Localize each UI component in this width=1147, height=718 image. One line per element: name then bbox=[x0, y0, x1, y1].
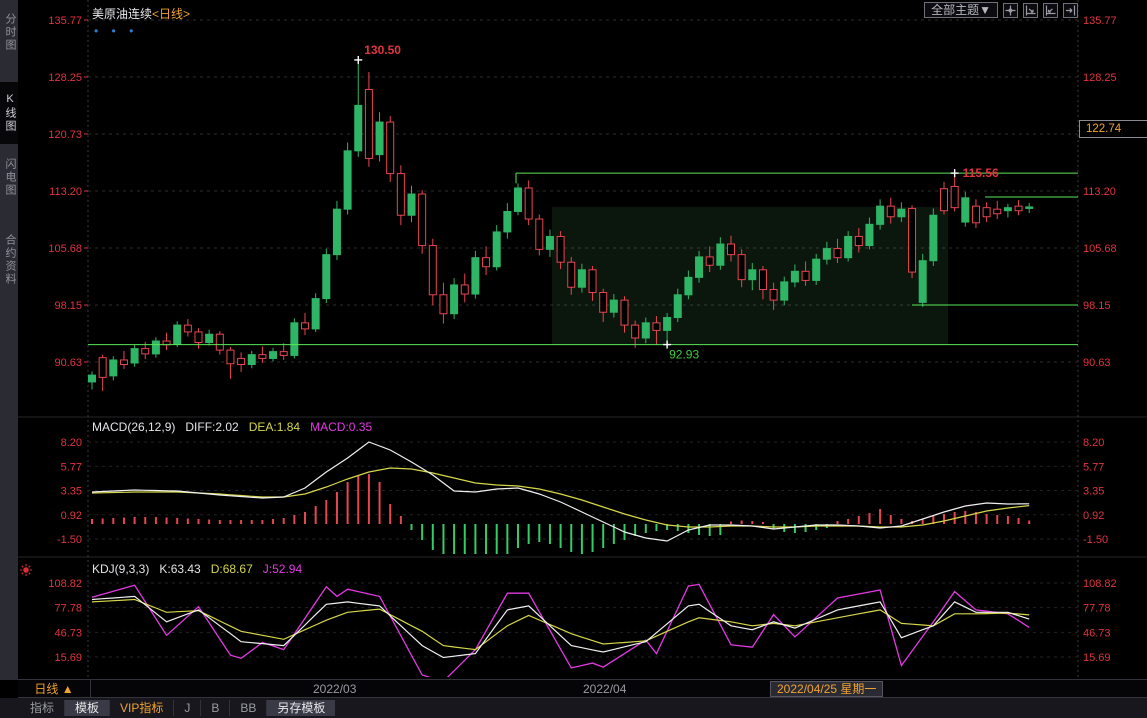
top-toolbar: 全部主题▼ bbox=[924, 2, 1078, 18]
axis-label: 130.50 bbox=[364, 43, 401, 57]
axis-label: -1.50 bbox=[1083, 534, 1108, 546]
chart-canvas[interactable]: 135.77135.77128.25128.25120.73120.73113.… bbox=[0, 0, 1147, 718]
axis-label: 77.78 bbox=[1083, 603, 1111, 615]
axis-label: 3.35 bbox=[1083, 486, 1104, 498]
date-tick-april: 2022/04 bbox=[583, 682, 626, 696]
more-dots[interactable]: • • • bbox=[94, 24, 138, 38]
chart-application: 135.77135.77128.25128.25120.73120.73113.… bbox=[0, 0, 1147, 718]
kdj-j-value: J:52.94 bbox=[263, 562, 302, 576]
axis-label: 8.20 bbox=[1083, 437, 1104, 449]
tab-j[interactable]: J bbox=[173, 700, 200, 716]
axis-label: 105.68 bbox=[48, 243, 82, 255]
axis-label: 113.20 bbox=[49, 186, 82, 198]
axis-label: 8.20 bbox=[61, 437, 82, 449]
axis-label: 113.20 bbox=[1083, 186, 1116, 198]
macd-header: MACD(26,12,9) DIFF:2.02 DEA:1.84 MACD:0.35 bbox=[92, 420, 382, 434]
axis-label: 98.15 bbox=[1083, 300, 1111, 312]
tab-templates[interactable]: 模板 bbox=[64, 700, 109, 716]
axis-label: 115.56 bbox=[963, 166, 999, 180]
d-line bbox=[92, 600, 1029, 650]
axis-label: 46.73 bbox=[1083, 627, 1111, 639]
tab-indicators[interactable]: 指标 bbox=[20, 700, 64, 716]
axis-label: 5.77 bbox=[1083, 461, 1104, 473]
page-right-icon[interactable] bbox=[1063, 3, 1078, 18]
macd-params: MACD(26,12,9) bbox=[92, 420, 175, 434]
axis-label: 92.93 bbox=[669, 348, 699, 362]
tab-vip-indicators[interactable]: VIP指标 bbox=[109, 700, 173, 716]
axis-label: 3.35 bbox=[61, 486, 82, 498]
macd-dea-value: DEA:1.84 bbox=[249, 420, 300, 434]
period-selector[interactable]: 日线 ▲ bbox=[18, 680, 91, 698]
axis-label: 128.25 bbox=[48, 72, 82, 84]
axis-label: 90.63 bbox=[1083, 357, 1111, 369]
theme-dropdown-button[interactable]: 全部主题▼ bbox=[924, 2, 998, 18]
crosshair-move-icon[interactable] bbox=[1003, 3, 1018, 18]
date-tick-march: 2022/03 bbox=[313, 682, 356, 696]
kdj-header: KDJ(9,3,3) K:63.43 D:68.67 J:52.94 bbox=[92, 562, 312, 576]
sidebar-item-kline-chart[interactable]: K线图 bbox=[0, 82, 18, 144]
axis-zoom-out-icon[interactable] bbox=[1043, 3, 1058, 18]
axis-label: 105.68 bbox=[1083, 243, 1117, 255]
axis-label: 90.63 bbox=[54, 357, 82, 369]
page-title: 美原油连续<日线> bbox=[92, 5, 190, 22]
sidebar-item-contract-info[interactable]: 合约资料 bbox=[0, 220, 18, 300]
tab-save-template[interactable]: 另存模板 bbox=[266, 700, 335, 716]
tab-b[interactable]: B bbox=[200, 700, 229, 716]
chart-type-strip: 分时图 K线图 闪电图 合约资料 bbox=[0, 0, 18, 680]
last-price-badge: 122.74 bbox=[1079, 120, 1147, 138]
axis-label: 98.15 bbox=[54, 300, 82, 312]
tab-bb[interactable]: BB bbox=[229, 700, 266, 716]
axis-label: 46.73 bbox=[54, 627, 82, 639]
sidebar-item-lightning-chart[interactable]: 闪电图 bbox=[0, 148, 18, 206]
axis-label: 108.82 bbox=[48, 578, 82, 590]
dea-line bbox=[92, 468, 1029, 527]
axis-label: -1.50 bbox=[57, 534, 82, 546]
axis-label: 128.25 bbox=[1083, 72, 1117, 84]
symbol-name: 美原油连续 bbox=[92, 7, 152, 21]
axis-label: 15.69 bbox=[1083, 652, 1111, 664]
period-tag: <日线> bbox=[152, 7, 190, 21]
axis-label: 120.73 bbox=[48, 129, 82, 141]
axis-label: 5.77 bbox=[61, 461, 82, 473]
axis-label: 0.92 bbox=[1083, 510, 1104, 522]
indicator-settings-icon[interactable] bbox=[19, 563, 33, 582]
indicator-tab-bar: 指标 模板 VIP指标 J B BB 另存模板 bbox=[0, 698, 1147, 718]
axis-label: 0.92 bbox=[61, 510, 82, 522]
axis-label: 15.69 bbox=[54, 652, 82, 664]
axis-zoom-in-icon[interactable] bbox=[1023, 3, 1038, 18]
kdj-params: KDJ(9,3,3) bbox=[92, 562, 149, 576]
date-axis-bar: 日线 ▲ 2022/03 2022/04 2022/04/25 星期一 bbox=[18, 679, 1147, 698]
kdj-d-value: D:68.67 bbox=[211, 562, 253, 576]
axis-label: 77.78 bbox=[54, 603, 82, 615]
kdj-k-value: K:63.43 bbox=[159, 562, 200, 576]
macd-macd-value: MACD:0.35 bbox=[310, 420, 372, 434]
axis-label: 135.77 bbox=[48, 15, 82, 27]
axis-label: 135.77 bbox=[1083, 15, 1117, 27]
j-line bbox=[92, 584, 1029, 681]
cursor-date-badge: 2022/04/25 星期一 bbox=[770, 681, 883, 697]
macd-histogram bbox=[92, 474, 1029, 570]
macd-diff-value: DIFF:2.02 bbox=[185, 420, 238, 434]
axis-label: 108.82 bbox=[1083, 578, 1117, 590]
sidebar-item-time-chart[interactable]: 分时图 bbox=[0, 3, 18, 61]
